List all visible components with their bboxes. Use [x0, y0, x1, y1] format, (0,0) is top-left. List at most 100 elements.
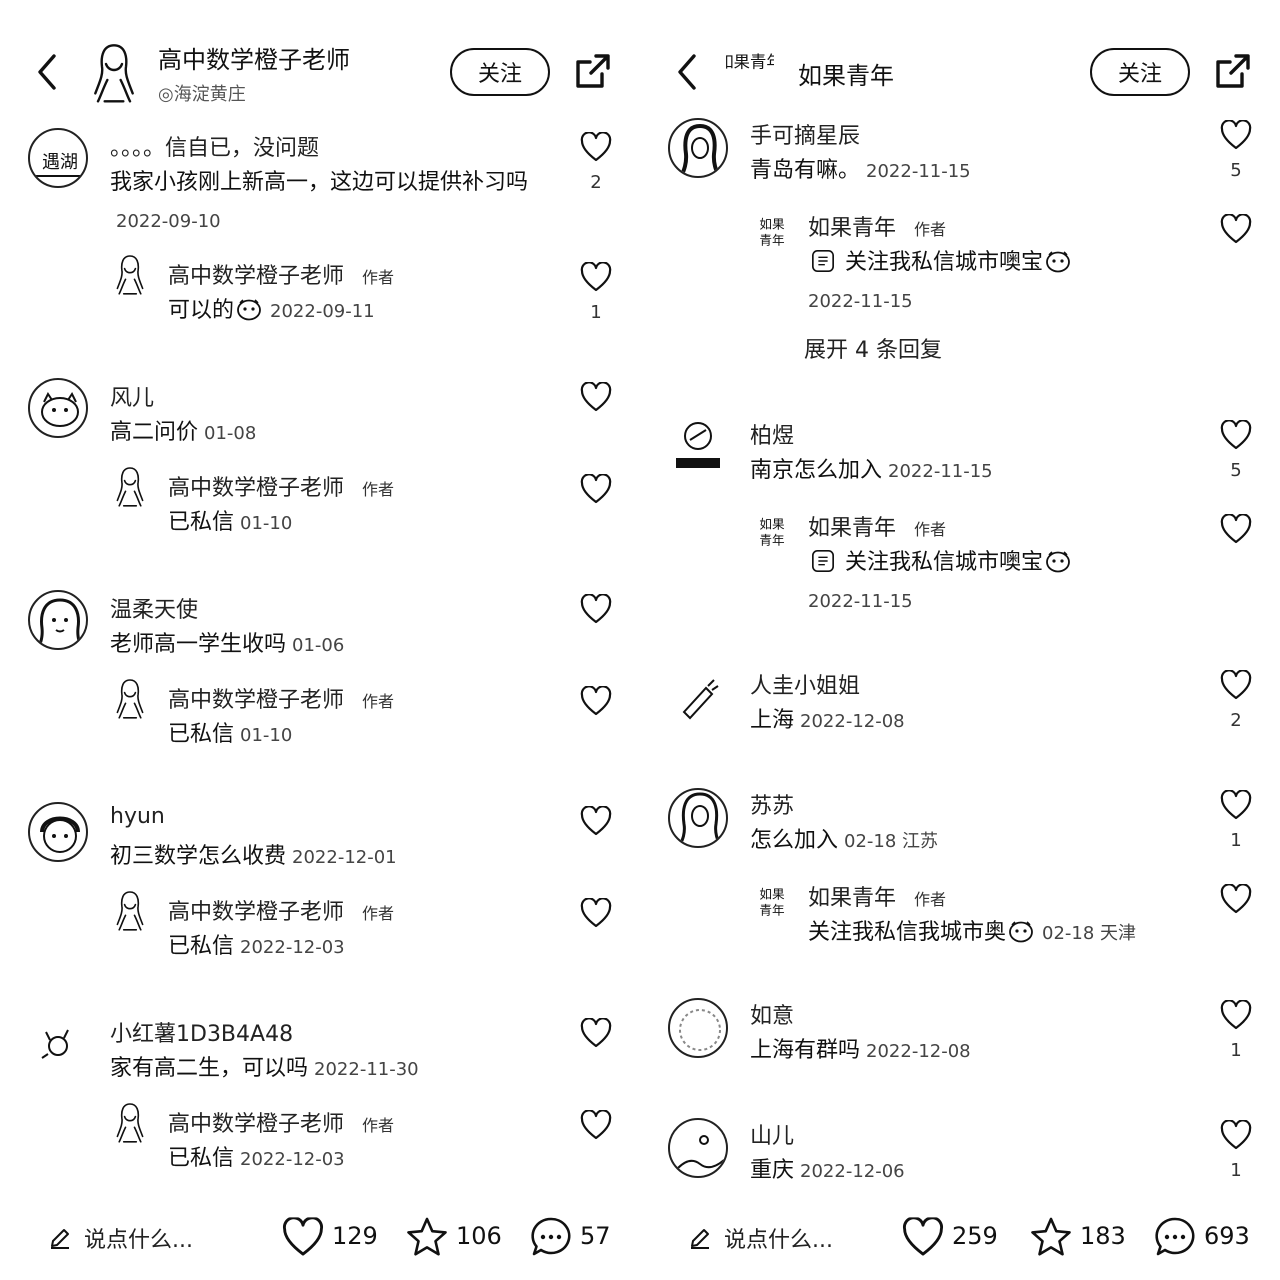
comment-date: 2022-12-01: [292, 847, 397, 868]
heart-icon[interactable]: [580, 262, 612, 292]
svg-text:遇湖: 遇湖: [42, 152, 78, 173]
avatar[interactable]: [112, 1100, 148, 1144]
comment-user[interactable]: 。。。。信自已，没问题: [110, 130, 319, 162]
comment-text: 上海 2022-12-08: [750, 708, 905, 733]
comment-input[interactable]: 说点什么...: [724, 1222, 833, 1254]
star-icon[interactable]: [406, 1216, 448, 1258]
avatar[interactable]: [28, 378, 88, 438]
pencil-icon: [688, 1226, 712, 1250]
follow-button[interactable]: 关注: [1090, 48, 1190, 96]
like-count: 1: [590, 302, 602, 323]
heart-icon[interactable]: [1220, 884, 1252, 914]
comment-user[interactable]: 手可摘星辰: [750, 118, 860, 150]
avatar[interactable]: [668, 788, 728, 848]
comment-text: 我家小孩刚上新高一，这边可以提供补习吗2022-09-10: [110, 170, 529, 232]
comment-input[interactable]: 说点什么...: [84, 1222, 193, 1254]
avatar[interactable]: [112, 888, 148, 932]
back-arrow-icon[interactable]: [668, 52, 708, 92]
avatar[interactable]: [668, 998, 728, 1058]
reply-date: 2022-11-15: [808, 591, 913, 612]
heart-icon[interactable]: [1220, 214, 1252, 244]
heart-icon[interactable]: [1220, 670, 1252, 700]
avatar[interactable]: [28, 802, 88, 862]
note-icon: [810, 249, 836, 273]
reply-date: 2022-09-11: [270, 301, 375, 322]
avatar[interactable]: [28, 1014, 88, 1074]
heart-icon[interactable]: [1220, 1120, 1252, 1150]
avatar[interactable]: [112, 464, 148, 508]
star-icon[interactable]: [1030, 1216, 1072, 1258]
comment-text: 怎么加入 02-18 江苏: [750, 828, 939, 853]
reply-date: 01-10: [240, 513, 293, 534]
avatar[interactable]: [112, 252, 148, 296]
reply-user[interactable]: 高中数学橙子老师 作者: [168, 682, 394, 714]
comment-user[interactable]: 温柔天使: [110, 592, 198, 624]
heart-icon[interactable]: [580, 132, 612, 162]
emoji-icon: [236, 297, 262, 321]
avatar[interactable]: [754, 510, 790, 554]
comment-bubble-icon[interactable]: [530, 1216, 572, 1258]
share-icon[interactable]: [572, 52, 612, 92]
reply-user[interactable]: 高中数学橙子老师 作者: [168, 1106, 394, 1138]
avatar[interactable]: [668, 1118, 728, 1178]
heart-icon[interactable]: [580, 686, 612, 716]
heart-icon[interactable]: [580, 1018, 612, 1048]
reply-text: 可以的 2022-09-11: [168, 297, 375, 323]
right-screen: 如果青年 如果青年 关注 手可摘星辰 青岛有嘛。2022-11-15 5 如果青…: [640, 0, 1280, 1280]
comment-user[interactable]: 风儿: [110, 380, 154, 412]
comment-user[interactable]: 苏苏: [750, 788, 794, 820]
heart-icon[interactable]: [1220, 790, 1252, 820]
avatar[interactable]: [668, 668, 728, 728]
heart-icon[interactable]: [580, 806, 612, 836]
avatar[interactable]: [754, 210, 790, 254]
heart-icon[interactable]: [580, 594, 612, 624]
heart-icon[interactable]: [580, 1110, 612, 1140]
expand-replies-link[interactable]: 展开 4 条回复: [804, 332, 942, 364]
comment-user[interactable]: hyun: [110, 804, 165, 829]
avatar[interactable]: [28, 590, 88, 650]
pencil-icon: [48, 1226, 72, 1250]
like-count: 1: [1230, 1040, 1242, 1061]
back-arrow-icon[interactable]: [28, 52, 68, 92]
comment-bubble-icon[interactable]: [1154, 1216, 1196, 1258]
heart-icon[interactable]: [580, 898, 612, 928]
reply-user[interactable]: 如果青年 作者: [808, 880, 946, 912]
reply-text: 关注我私信我城市奥 02-18 天津: [808, 920, 1137, 945]
reply-user[interactable]: 高中数学橙子老师 作者: [168, 258, 394, 290]
heart-icon[interactable]: [580, 382, 612, 412]
comment-text: 初三数学怎么收费 2022-12-01: [110, 844, 397, 869]
author-tag: 作者: [914, 520, 947, 539]
comment-user[interactable]: 人圭小姐姐: [750, 668, 860, 700]
reply-user[interactable]: 如果青年 作者: [808, 210, 946, 242]
heart-icon[interactable]: [902, 1216, 944, 1258]
reply-user[interactable]: 高中数学橙子老师 作者: [168, 470, 394, 502]
left-screen: 高中数学橙子老师 ◎海淀黄庄 关注 遇湖 。。。。信自已，没问题 我家小孩刚上新…: [0, 0, 640, 1280]
heart-icon[interactable]: [580, 474, 612, 504]
emoji-icon: [1045, 549, 1071, 573]
heart-icon[interactable]: [1220, 420, 1252, 450]
comment-user[interactable]: 如意: [750, 998, 794, 1030]
comment-user[interactable]: 山儿: [750, 1118, 794, 1150]
heart-icon[interactable]: [1220, 514, 1252, 544]
share-icon[interactable]: [1212, 52, 1252, 92]
comment-user[interactable]: 小红薯1D3B4A48: [110, 1016, 293, 1048]
reply-user[interactable]: 高中数学橙子老师 作者: [168, 894, 394, 926]
author-logo[interactable]: 如果青年: [717, 44, 782, 108]
avatar[interactable]: [668, 118, 728, 178]
heart-icon[interactable]: [1220, 1000, 1252, 1030]
reply-date: 02-18 天津: [1042, 923, 1137, 944]
comment-text: 南京怎么加入 2022-11-15: [750, 458, 993, 483]
author-avatar[interactable]: [86, 40, 142, 104]
comment-user[interactable]: 柏煜: [750, 418, 794, 450]
like-total: 129: [332, 1222, 378, 1250]
follow-button[interactable]: 关注: [450, 48, 550, 96]
avatar[interactable]: 遇湖: [28, 128, 88, 188]
avatar[interactable]: [754, 880, 790, 924]
author-tag: 作者: [362, 692, 395, 711]
comment-date: 2022-12-08: [800, 711, 905, 732]
heart-icon[interactable]: [282, 1216, 324, 1258]
avatar[interactable]: [112, 676, 148, 720]
avatar[interactable]: [668, 418, 728, 478]
reply-user[interactable]: 如果青年 作者: [808, 510, 946, 542]
heart-icon[interactable]: [1220, 120, 1252, 150]
